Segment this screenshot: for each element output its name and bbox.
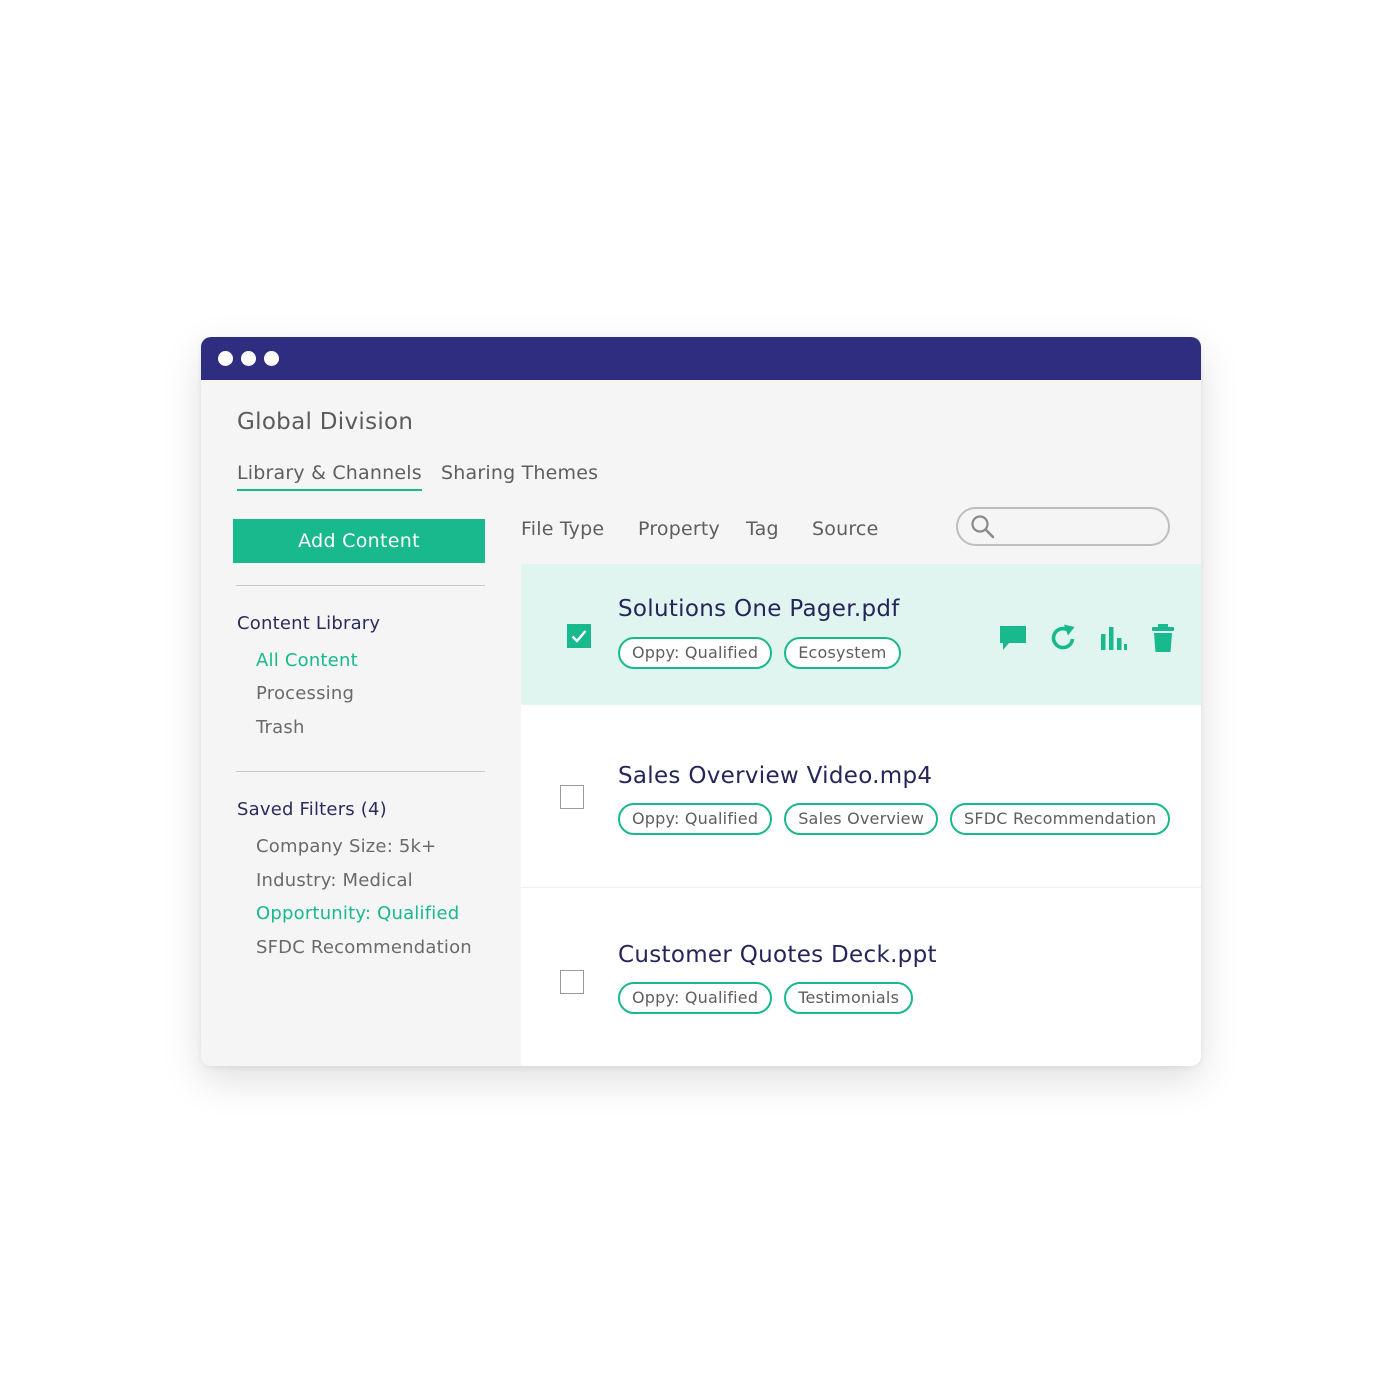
tag-chip[interactable]: Sales Overview <box>784 803 939 835</box>
filter-file-type[interactable]: File Type <box>521 518 604 540</box>
tab-sharing-themes[interactable]: Sharing Themes <box>441 462 598 489</box>
saved-filter-industry[interactable]: Industry: Medical <box>256 870 413 891</box>
app-window: Global Division Library & Channels Shari… <box>201 337 1201 1066</box>
tag-list: Oppy: Qualified Testimonials <box>618 982 914 1014</box>
search-box[interactable] <box>956 507 1170 546</box>
file-name[interactable]: Sales Overview Video.mp4 <box>618 763 932 789</box>
filter-source[interactable]: Source <box>812 518 878 540</box>
tag-list: Oppy: Qualified Ecosystem <box>618 637 901 669</box>
sidebar-divider <box>236 585 485 586</box>
tag-chip[interactable]: Oppy: Qualified <box>618 982 773 1014</box>
window-control-dot[interactable] <box>264 351 279 366</box>
tag-chip[interactable]: Oppy: Qualified <box>618 803 773 835</box>
filter-tag[interactable]: Tag <box>746 518 779 540</box>
division-title: Global Division <box>237 409 414 435</box>
filter-property[interactable]: Property <box>638 518 720 540</box>
sidebar-divider <box>236 771 485 772</box>
window-control-dot[interactable] <box>241 351 256 366</box>
comment-icon[interactable] <box>997 622 1029 654</box>
add-content-button[interactable]: Add Content <box>233 519 485 563</box>
tag-chip[interactable]: SFDC Recommendation <box>950 803 1171 835</box>
file-name[interactable]: Solutions One Pager.pdf <box>618 596 900 622</box>
saved-filters-heading: Saved Filters (4) <box>237 799 387 820</box>
saved-filter-company-size[interactable]: Company Size: 5k+ <box>256 836 436 857</box>
saved-filter-sfdc[interactable]: SFDC Recommendation <box>256 937 472 958</box>
checkmark-icon <box>571 630 587 643</box>
tag-chip[interactable]: Oppy: Qualified <box>618 637 773 669</box>
window-titlebar <box>201 337 1201 380</box>
content-library-heading: Content Library <box>237 613 381 634</box>
trash-icon[interactable] <box>1147 622 1179 654</box>
sidebar-item-all-content[interactable]: All Content <box>256 650 358 671</box>
refresh-icon[interactable] <box>1047 622 1079 654</box>
tab-library-channels[interactable]: Library & Channels <box>237 462 422 491</box>
search-icon <box>971 515 995 539</box>
file-name[interactable]: Customer Quotes Deck.ppt <box>618 942 937 968</box>
tag-chip[interactable]: Ecosystem <box>784 637 901 669</box>
content-row-selected[interactable]: Solutions One Pager.pdf Oppy: Qualified … <box>521 564 1201 705</box>
row-actions <box>997 622 1179 654</box>
row-checkbox[interactable] <box>560 785 584 809</box>
sidebar-item-trash[interactable]: Trash <box>256 717 305 738</box>
content-list: Solutions One Pager.pdf Oppy: Qualified … <box>521 564 1201 1066</box>
content-row[interactable]: Sales Overview Video.mp4 Oppy: Qualified… <box>521 705 1201 888</box>
row-checkbox-checked[interactable] <box>567 624 591 648</box>
window-control-dot[interactable] <box>218 351 233 366</box>
sidebar-item-processing[interactable]: Processing <box>256 683 354 704</box>
row-checkbox[interactable] <box>560 970 584 994</box>
bar-chart-icon[interactable] <box>1097 622 1129 654</box>
tag-list: Oppy: Qualified Sales Overview SFDC Reco… <box>618 803 1171 835</box>
tag-chip[interactable]: Testimonials <box>784 982 914 1014</box>
search-input[interactable] <box>1002 515 1162 539</box>
content-row[interactable]: Customer Quotes Deck.ppt Oppy: Qualified… <box>521 889 1201 1066</box>
saved-filter-opportunity[interactable]: Opportunity: Qualified <box>256 903 459 924</box>
